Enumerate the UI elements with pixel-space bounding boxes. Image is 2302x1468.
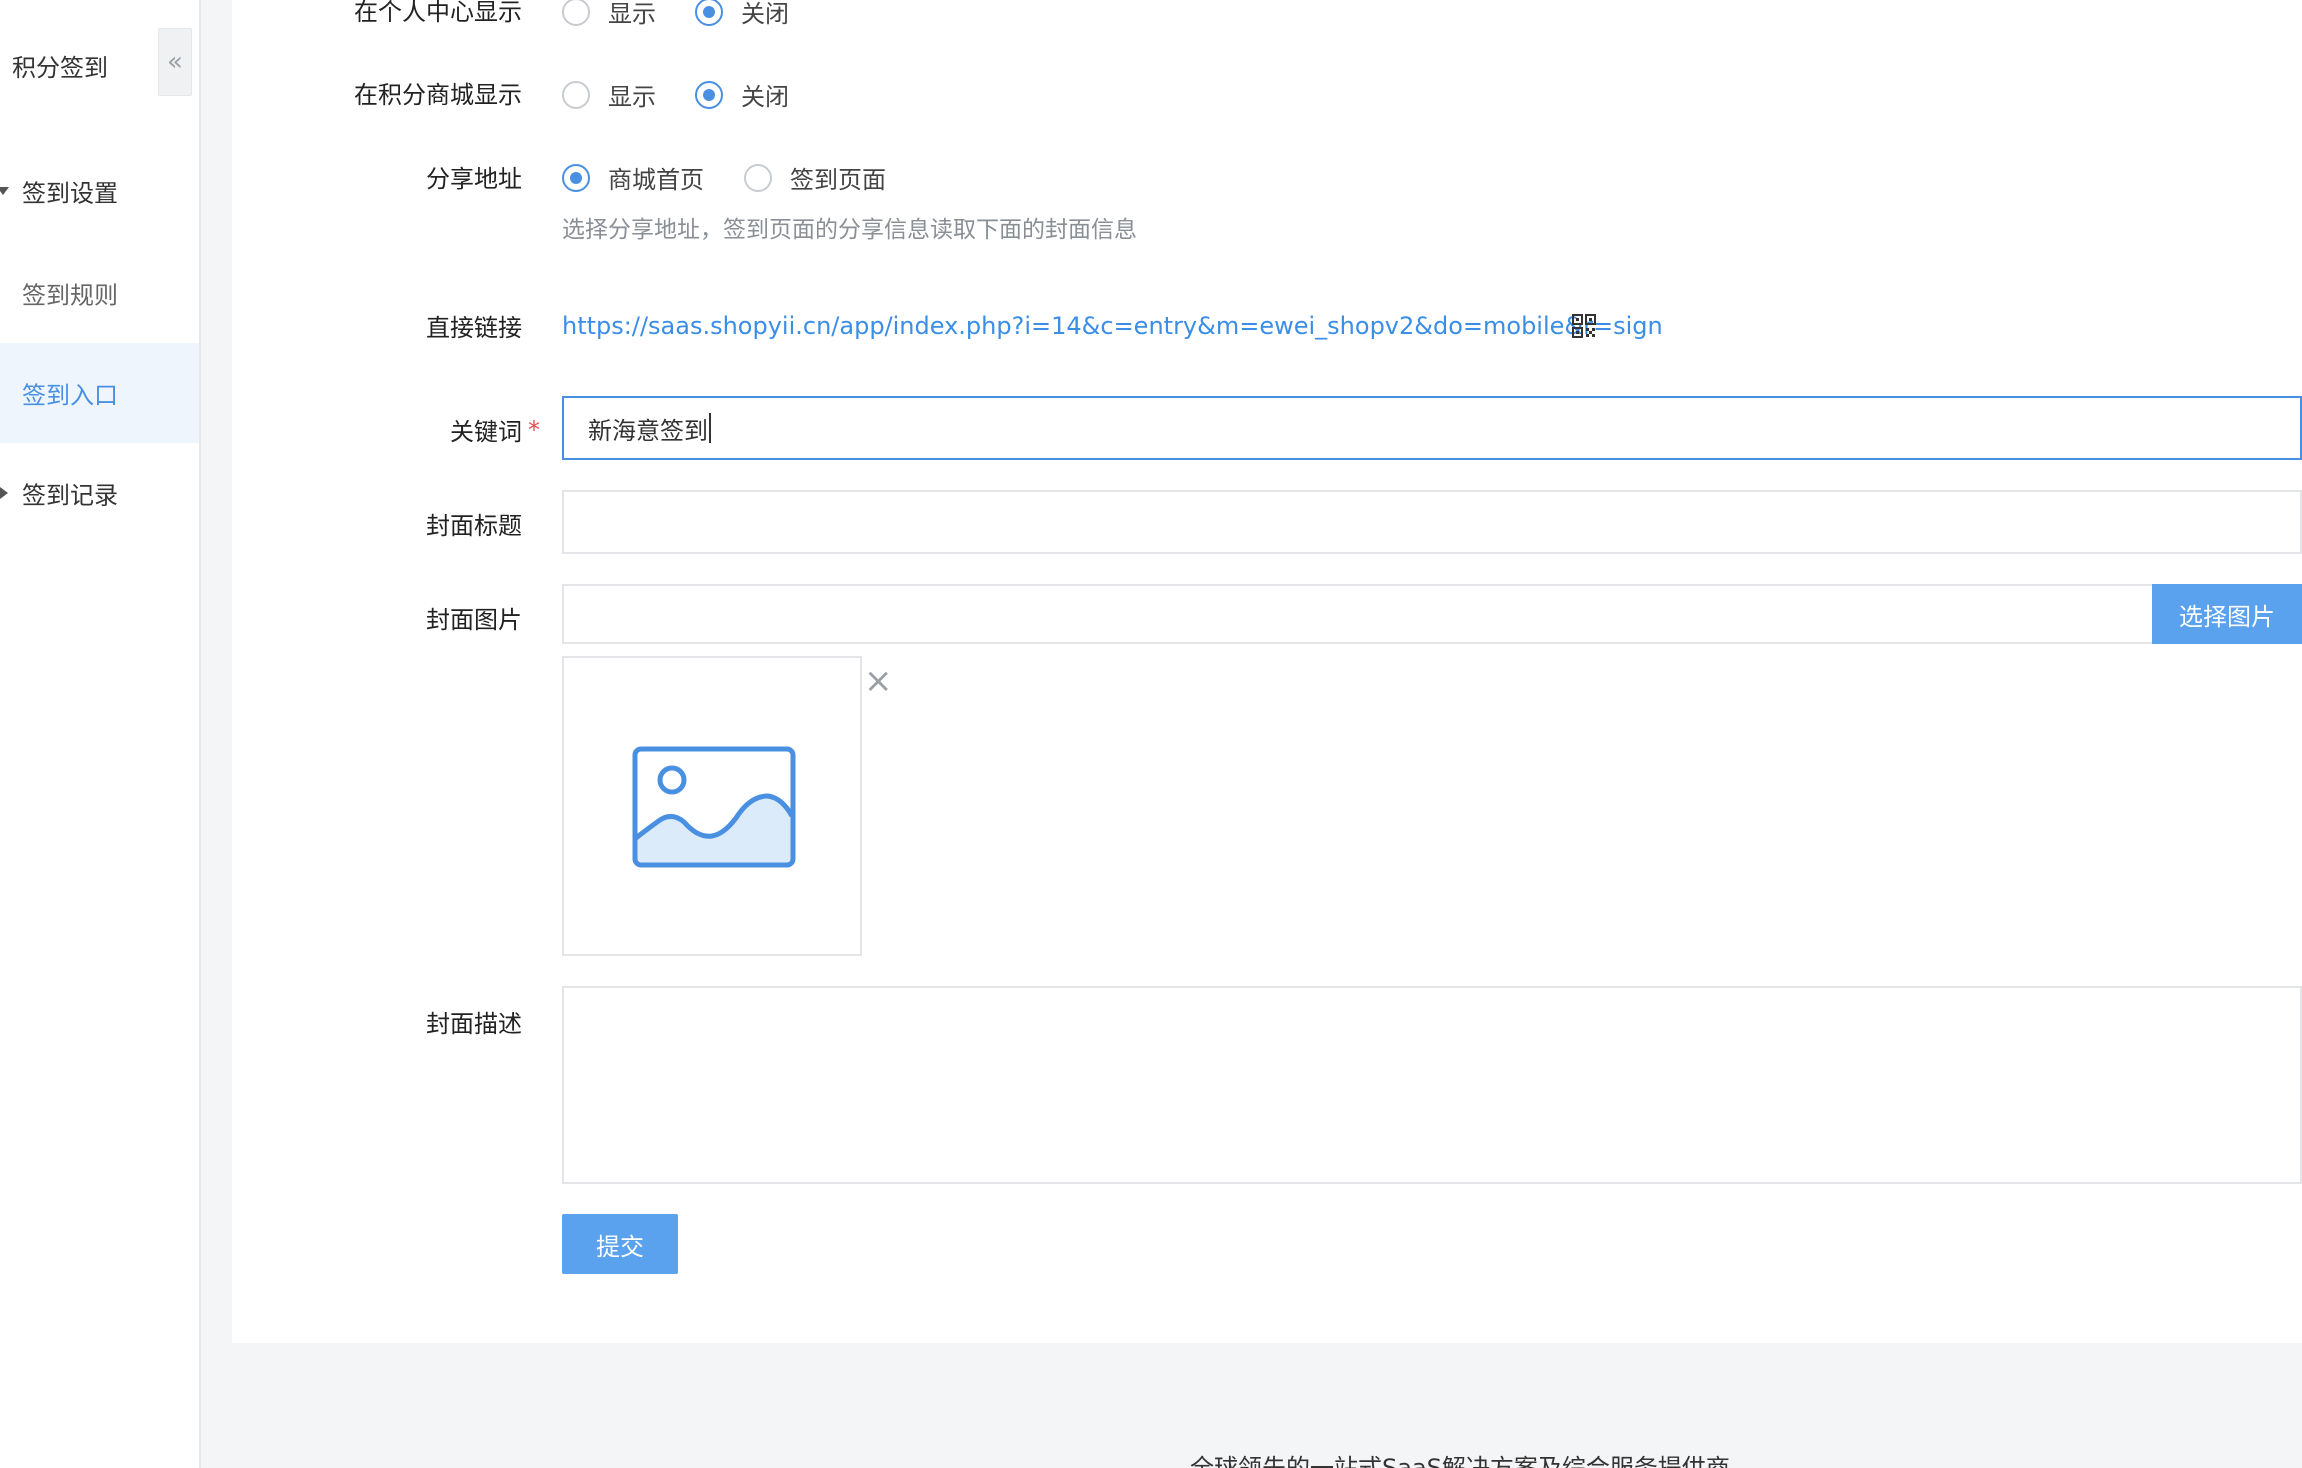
caret-down-icon <box>0 187 9 195</box>
personal-center-label: 在个人中心显示 <box>354 0 522 26</box>
text-caret <box>709 413 711 443</box>
direct-link-url[interactable]: https://saas.shopyii.cn/app/index.php?i=… <box>562 312 1663 340</box>
footer-text: 全球领先的一站式SaaS解决方案及综合服务提供商 <box>1190 1454 1730 1468</box>
radio-label: 显示 <box>608 0 656 28</box>
cover-title-input[interactable] <box>562 490 2302 554</box>
points-mall-label: 在积分商城显示 <box>354 81 522 109</box>
radio-circle <box>744 163 772 192</box>
submit-button[interactable]: 提交 <box>562 1214 678 1274</box>
sidebar-item-label: 签到记录 <box>22 481 118 510</box>
cover-image-label: 封面图片 <box>426 606 522 634</box>
direct-link-label: 直接链接 <box>426 314 522 342</box>
sidebar-title: 积分签到 <box>12 54 108 82</box>
image-placeholder-icon <box>632 746 796 868</box>
double-chevron-left-icon: « <box>167 47 183 77</box>
radio-circle <box>562 163 590 192</box>
sidebar-item-label: 签到入口 <box>22 381 118 410</box>
collapse-sidebar-button[interactable]: « <box>158 28 192 96</box>
radio-circle <box>562 80 590 109</box>
keyword-label: 关键词 <box>450 418 522 446</box>
sidebar-item-sign-entry[interactable]: 签到入口 <box>0 343 199 443</box>
qrcode-icon[interactable] <box>1572 314 1596 338</box>
radio-label: 显示 <box>608 83 656 111</box>
sidebar-item-label: 签到规则 <box>22 281 118 310</box>
share-sign-page-radio[interactable]: 签到页面 <box>744 160 886 195</box>
points-mall-close-radio[interactable]: 关闭 <box>695 77 789 112</box>
sidebar-item-label: 签到设置 <box>22 179 118 208</box>
select-image-button[interactable]: 选择图片 <box>2152 584 2302 644</box>
cover-desc-textarea[interactable] <box>562 986 2302 1184</box>
sidebar-item-sign-settings[interactable]: 签到设置 <box>0 141 199 241</box>
personal-center-close-radio[interactable]: 关闭 <box>695 0 789 29</box>
cover-image-thumbnail <box>562 656 862 956</box>
cover-title-label: 封面标题 <box>426 512 522 540</box>
radio-label: 关闭 <box>741 83 789 111</box>
share-address-label: 分享地址 <box>426 165 522 193</box>
sidebar-item-sign-records[interactable]: 签到记录 <box>0 443 199 543</box>
share-address-help: 选择分享地址，签到页面的分享信息读取下面的封面信息 <box>562 217 1137 243</box>
sidebar: 积分签到 « 签到设置 签到规则 签到入口 签到记录 <box>0 0 201 1468</box>
keyword-input[interactable]: 新海意签到 <box>562 396 2302 460</box>
cover-desc-label: 封面描述 <box>426 1010 522 1038</box>
personal-center-show-radio[interactable]: 显示 <box>562 0 656 29</box>
sidebar-item-sign-rules[interactable]: 签到规则 <box>0 243 199 343</box>
keyword-input-value: 新海意签到 <box>588 416 708 445</box>
cover-image-input[interactable] <box>562 584 2154 644</box>
required-mark: * <box>528 416 540 444</box>
remove-image-icon[interactable]: × <box>864 664 893 698</box>
radio-circle <box>562 0 590 26</box>
radio-circle <box>695 0 723 26</box>
points-mall-show-radio[interactable]: 显示 <box>562 77 656 112</box>
radio-label: 签到页面 <box>790 166 886 194</box>
radio-label: 商城首页 <box>608 166 704 194</box>
caret-right-icon <box>0 487 8 499</box>
radio-label: 关闭 <box>741 0 789 28</box>
radio-circle <box>695 80 723 109</box>
page: 积分签到 « 签到设置 签到规则 签到入口 签到记录 在个人中心显示 显示 关闭… <box>0 0 2302 1468</box>
share-mall-home-radio[interactable]: 商城首页 <box>562 160 704 195</box>
